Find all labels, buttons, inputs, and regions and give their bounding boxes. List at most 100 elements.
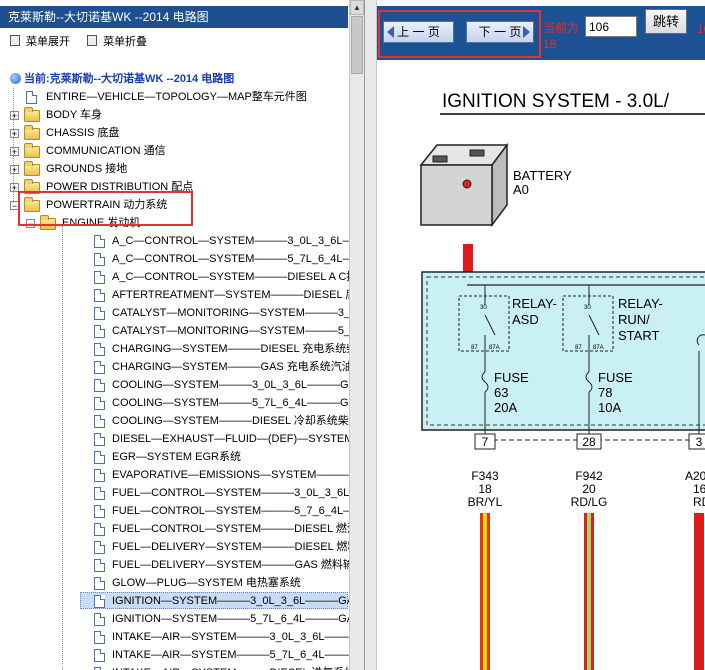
wiring-diagram: IGNITION SYSTEM - 3.0L/ BATTERY A0 30 87… <box>377 60 705 670</box>
tree-item[interactable]: GLOW—PLUG—SYSTEM 电热塞系统 <box>0 574 348 592</box>
tree-item[interactable]: FUEL—CONTROL—SYSTEM———5_7_6_4L——— <box>0 502 364 520</box>
tree-item[interactable]: FUEL—CONTROL—SYSTEM———DIESEL 燃油控制 <box>0 520 364 538</box>
document-icon <box>94 595 105 608</box>
document-icon <box>94 433 105 446</box>
tree-item[interactable]: FUEL—DELIVERY—SYSTEM———GAS 燃料输送系 <box>0 556 364 574</box>
tree-item-label: CHASSIS 底盘 <box>46 127 120 139</box>
tree-item[interactable]: A_C—CONTROL—SYSTEM———DIESEL A C控制 <box>0 268 364 286</box>
left-scrollbar[interactable]: ▲ <box>349 0 364 670</box>
fuse-63-rating: 20A <box>494 400 517 415</box>
prev-page-label: 上 一 页 <box>397 25 440 39</box>
connector-pin-28-label: 28 <box>582 435 596 449</box>
tree-item[interactable]: EVAPORATIVE—EMISSIONS—SYSTEM———GA <box>0 466 364 484</box>
fuse-78-number: 78 <box>598 385 612 400</box>
panel-title: 克莱斯勒--大切诺基WK --2014 电路图 <box>0 6 348 28</box>
tree-folder[interactable]: + CHASSIS 底盘 <box>0 124 348 142</box>
pin-87a: 87A <box>489 345 500 351</box>
tree-item[interactable]: INTAKE—AIR—SYSTEM———5_7L_6_4L———G <box>0 646 364 664</box>
go-button[interactable]: 跳转 <box>645 9 687 34</box>
current-page-number: 18 <box>543 37 557 51</box>
current-location-label: 当前:克莱斯勒--大切诺基WK --2014 电路图 <box>24 73 235 85</box>
globe-icon <box>10 73 21 84</box>
tree-folder[interactable]: + COMMUNICATION 通信 <box>0 142 348 160</box>
wire1-color: BR/YL <box>468 495 503 509</box>
tree-item-label: EVAPORATIVE—EMISSIONS—SYSTEM———GA <box>112 469 365 481</box>
wire1-circuit: F343 <box>471 469 499 483</box>
tree-item-label: A_C—CONTROL—SYSTEM———3_0L_3_6L——— <box>112 235 365 247</box>
document-icon <box>94 541 105 554</box>
scroll-thumb[interactable] <box>351 16 363 74</box>
scroll-up-arrow[interactable]: ▲ <box>350 0 364 15</box>
tree-item-label: INTAKE—AIR—SYSTEM———3_0L_3_6L———G <box>112 631 365 643</box>
expand-node-icon[interactable]: + <box>10 165 19 175</box>
expand-icon <box>10 35 20 46</box>
wire2-color: RD/LG <box>571 495 608 509</box>
tree-item[interactable]: ENTIRE—VEHICLE—TOPOLOGY—MAP整车元件图 <box>0 88 348 106</box>
page-number-input[interactable] <box>585 16 637 37</box>
document-icon <box>94 361 105 374</box>
tree-item[interactable]: FUEL—DELIVERY—SYSTEM———DIESEL 燃料输送 <box>0 538 364 556</box>
next-page-button[interactable]: 下 一 页 <box>466 21 534 43</box>
tree-item[interactable]: CHARGING—SYSTEM———GAS 充电系统汽油 <box>0 358 353 376</box>
tree-item[interactable]: A_C—CONTROL—SYSTEM———5_7L_6_4L——— <box>0 250 364 268</box>
wire3-gauge: 16 <box>693 482 705 496</box>
current-prefix: 当前为 <box>543 21 580 35</box>
tree-item[interactable]: CATALYST—MONITORING—SYSTEM———3_0L <box>0 304 362 322</box>
tree-item[interactable]: INTAKE—AIR—SYSTEM———3_0L_3_6L———G <box>0 628 364 646</box>
wire-a20 <box>694 513 704 670</box>
expand-menu-button[interactable]: 菜单展开 <box>10 33 70 49</box>
next-page-label: 下 一 页 <box>478 25 522 39</box>
tree-folder[interactable]: + GROUNDS 接地 <box>0 160 348 178</box>
left-navigation-panel: 克莱斯勒--大切诺基WK --2014 电路图 菜单展开 菜单折叠 当前:克莱斯… <box>0 0 365 670</box>
document-icon <box>94 379 105 392</box>
tree-item-label: COOLING—SYSTEM———3_0L_3_6L———GAS <box>112 379 364 391</box>
document-icon <box>94 307 105 320</box>
collapse-menu-button[interactable]: 菜单折叠 <box>87 33 147 49</box>
tree-item-label: COOLING—SYSTEM———5_7L_6_4L———GAS <box>112 397 364 409</box>
tree-item[interactable]: A_C—CONTROL—SYSTEM———3_0L_3_6L——— <box>0 232 364 250</box>
divider-scrollbar[interactable] <box>365 0 377 670</box>
expand-node-icon[interactable]: + <box>10 147 19 157</box>
wire3-color: RD <box>693 495 705 509</box>
expand-node-icon[interactable]: + <box>10 129 19 139</box>
prev-page-button[interactable]: 上 一 页 <box>383 21 454 43</box>
tree-item-label: AFTERTREATMENT—SYSTEM———DIESEL 后处理 <box>112 289 365 301</box>
document-icon <box>94 325 105 338</box>
tree-item[interactable]: IGNITION—SYSTEM———3_0L_3_6L———GAS <box>0 592 361 610</box>
tree-folder[interactable]: + BODY 车身 <box>0 106 348 124</box>
expand-node-icon[interactable]: + <box>10 111 19 121</box>
tree-item[interactable]: EGR—SYSTEM EGR系统 <box>0 448 348 466</box>
wire3-circuit: A20 <box>685 469 705 483</box>
tree-item-label: FUEL—CONTROL—SYSTEM———3_0L_3_6L——— <box>112 487 365 499</box>
document-icon <box>94 505 105 518</box>
tree-item-label: DIESEL—EXHAUST—FLUID—(DEF)—SYSTEM 柴 <box>112 433 365 445</box>
current-location[interactable]: 当前:克莱斯勒--大切诺基WK --2014 电路图 <box>10 70 234 86</box>
tree-item-label: A_C—CONTROL—SYSTEM———5_7L_6_4L——— <box>112 253 365 265</box>
tree-item-label: BODY 车身 <box>46 109 103 121</box>
tree-item[interactable]: CHARGING—SYSTEM———DIESEL 充电系统柴油 <box>0 340 364 358</box>
tree-item[interactable]: FUEL—CONTROL—SYSTEM———3_0L_3_6L——— <box>0 484 364 502</box>
total-pages: 106 <box>697 22 705 36</box>
tree-item[interactable]: COOLING—SYSTEM———5_7L_6_4L———GAS <box>0 394 363 412</box>
highlight-box <box>18 191 193 226</box>
battery-wire <box>463 244 473 272</box>
battery-icon <box>419 142 509 228</box>
diagram-canvas: IGNITION SYSTEM - 3.0L/ BATTERY A0 30 87… <box>419 91 705 670</box>
tree-item-label: INTAKE—AIR—SYSTEM———DIESEL 进气系统柴 <box>112 664 364 670</box>
collapse-menu-label: 菜单折叠 <box>103 36 148 48</box>
tree-item[interactable]: COOLING—SYSTEM———3_0L_3_6L———GAS <box>0 376 363 394</box>
tree-item[interactable]: AFTERTREATMENT—SYSTEM———DIESEL 后处理 <box>0 286 364 304</box>
relay-run-line1: RELAY- <box>618 296 663 311</box>
relay-asd-line1: RELAY- <box>512 296 557 311</box>
tree-item[interactable]: DIESEL—EXHAUST—FLUID—(DEF)—SYSTEM 柴 <box>0 430 364 448</box>
fuse-63-name: FUSE <box>494 370 529 385</box>
battery-id: A0 <box>513 182 529 197</box>
pin-87a-b: 87A <box>593 345 604 351</box>
tree-item[interactable]: INTAKE—AIR—SYSTEM———DIESEL 进气系统柴 <box>0 664 364 670</box>
tree-item-label: A_C—CONTROL—SYSTEM———DIESEL A C控制 <box>112 271 365 283</box>
tree-item[interactable]: CATALYST—MONITORING—SYSTEM———5_7L <box>0 322 362 340</box>
tree-item[interactable]: COOLING—SYSTEM———DIESEL 冷却系统柴油 <box>0 412 360 430</box>
document-icon <box>94 469 105 482</box>
tree-item[interactable]: IGNITION—SYSTEM———5_7L_6_4L———GAS <box>0 610 361 628</box>
connector-pin-3-label: 3 <box>696 435 703 449</box>
